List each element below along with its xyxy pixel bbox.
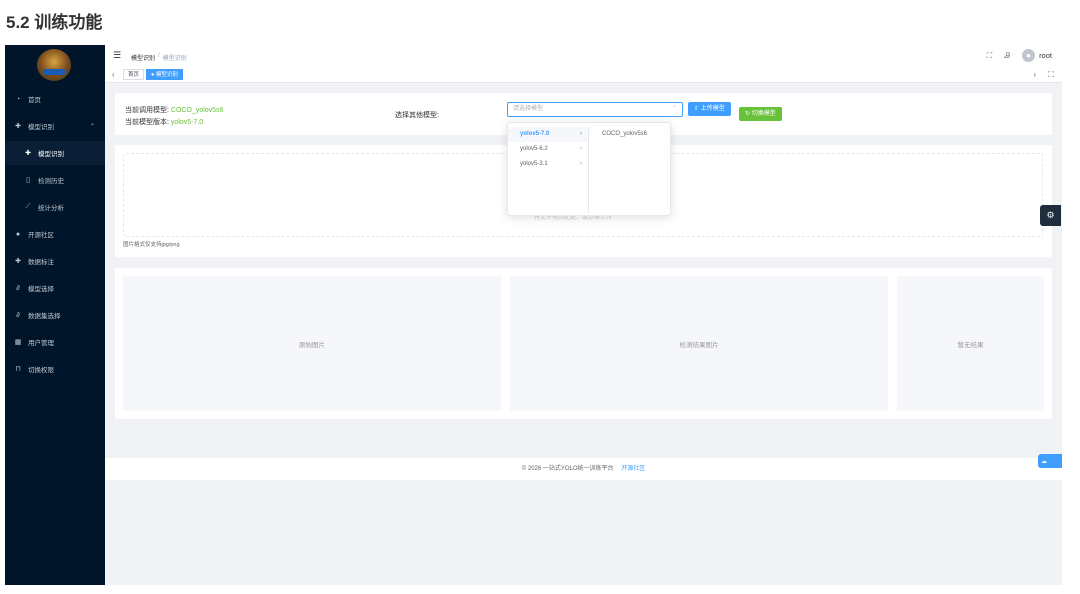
model-info: 当前调用模型: COCO_yolov5s6 当前模型版本: yolov5-7.0 [125,105,223,129]
version-option[interactable]: yolov5-6.2 › [508,142,588,157]
link-icon: ∂ [16,311,20,319]
current-model-label: 当前调用模型: [125,107,169,114]
version-option-label: yolov5-6.2 [520,146,548,152]
select-model-label: 选择其他模型: [395,112,439,119]
model-select[interactable]: 请选择模型 ⌃ [507,102,683,117]
plus-circle-icon: ✚ [15,123,21,130]
gear-icon: ⚙ [1046,210,1055,220]
assistant-icon: ☁ [1041,458,1047,465]
font-size-icon[interactable]: Ꭿ [1004,51,1010,61]
result-image-panel: 检测结果图片 [510,276,888,411]
navbar: ☰ 模型识别 / 模型识别 ⛶ Ꭿ ● root [105,45,1062,67]
model-column: COCO_yolov5s6 [590,127,670,142]
result-image-label: 检测结果图片 [679,341,719,349]
footer-text: © 2026 一站式YOLO统一训练平台 [521,466,614,472]
dashboard-icon: ◔ [15,95,21,103]
grid-icon: ▦ [14,339,22,346]
tag-model-recognition[interactable]: ● 模型识别 [146,69,183,80]
breadcrumb-item[interactable]: 模型识别 [131,53,155,62]
avatar[interactable]: ● [1022,49,1036,62]
sidebar-item-label: 用户管理 [28,340,54,347]
chevron-up-icon: ⌃ [671,106,677,112]
version-option[interactable]: yolov5-7.0 › [508,127,588,142]
sidebar-item-statistics[interactable]: ⟋ 统计分析 [5,195,105,219]
lock-icon: ⊓ [15,366,21,373]
fullscreen-icon[interactable]: ⛶ [987,51,993,61]
tags-view: ‹ 首页 ● 模型识别 › ⛶ [105,67,1062,83]
select-placeholder: 请选择模型 [513,106,544,112]
sidebar-item-model-recognition-group[interactable]: ✚ 模型识别 ⌃ [5,114,105,138]
version-column: yolov5-7.0 › yolov5-6.2 › yolov5-3.1 › [508,127,589,213]
version-option[interactable]: yolov5-3.1 › [508,157,588,172]
footer: © 2026 一站式YOLO统一训练平台 开源社区 [105,458,1062,480]
switch-model-button[interactable]: ↻ 切换模型 [739,107,782,121]
username[interactable]: root [1039,51,1052,60]
chevron-right-icon: › [580,161,582,167]
model-cascader-dropdown: yolov5-7.0 › yolov5-6.2 › yolov5-3.1 › C… [507,122,671,216]
fullscreen-icon[interactable]: ⛶ [1048,70,1054,80]
sidebar-item-label: 检测历史 [38,178,64,185]
upload-icon: ⇧ [694,106,700,112]
chevron-right-icon[interactable]: › [1033,70,1036,79]
sidebar-item-label: 首页 [28,97,41,104]
current-version-label: 当前模型版本: [125,119,169,126]
sidebar-item-model-selection[interactable]: ∂ 模型选择 [5,276,105,300]
upload-hint: 图片格式仅支持jpg/png [123,242,180,248]
sidebar-item-label: 开源社区 [28,232,54,239]
refresh-icon: ↻ [745,111,751,117]
sidebar-item-model-recognition[interactable]: ✚ 模型识别 [5,141,105,165]
chevron-left-icon[interactable]: ‹ [112,70,115,79]
breadcrumb-item-current: 模型识别 [162,56,187,62]
current-version-value: yolov5-7.0 [170,119,204,126]
link-icon: ∂ [16,284,20,292]
breadcrumb: 模型识别 / 模型识别 [131,53,187,62]
sidebar-item-open-community[interactable]: ● 开源社区 [5,222,105,246]
version-option-label: yolov5-7.0 [520,131,550,137]
chevron-right-icon: › [580,131,582,137]
version-option-label: yolov5-3.1 [520,161,548,167]
sidebar: ◔ 首页 ✚ 模型识别 ⌃ ✚ 模型识别 ▯ 检测历史 ⟋ 统计分析 ● 开源社… [5,45,105,585]
sidebar-item-label: 切换权限 [28,367,54,374]
results-card: 原始图片 检测结果图片 暂无结果 [115,268,1052,419]
sidebar-item-label: 数据集选择 [28,313,61,320]
sidebar-item-label: 统计分析 [38,205,64,212]
sidebar-item-label: 模型选择 [28,286,54,293]
sidebar-item-dataset-selection[interactable]: ∂ 数据集选择 [5,303,105,327]
document-heading: 5.2 训练功能 [6,13,103,32]
original-image-label: 原始图片 [299,341,325,349]
hamburger-icon[interactable]: ☰ [113,50,121,61]
no-result-label: 暂无结果 [957,341,984,349]
sidebar-item-detection-history[interactable]: ▯ 检测历史 [5,168,105,192]
document-icon: ▯ [26,177,30,184]
chevron-right-icon: › [580,146,582,152]
sidebar-item-home[interactable]: ◔ 首页 [5,87,105,111]
app-logo [37,49,71,81]
upload-button-label: 上传模型 [700,106,725,112]
assistant-button[interactable]: ☁ [1038,454,1062,468]
upload-model-button[interactable]: ⇧ 上传模型 [688,102,731,116]
sidebar-item-data-annotation[interactable]: ✚ 数据标注 [5,249,105,273]
settings-gear-button[interactable]: ⚙ [1040,205,1061,226]
plus-circle-icon: ✚ [25,150,31,157]
sidebar-item-label: 模型识别 [28,124,54,131]
sidebar-item-label: 模型识别 [38,151,64,158]
footer-link[interactable]: 开源社区 [621,466,645,472]
sidebar-item-user-management[interactable]: ▦ 用户管理 [5,330,105,354]
model-option[interactable]: COCO_yolov5s6 [590,127,670,142]
original-image-panel: 原始图片 [123,276,501,411]
switch-button-label: 切换模型 [751,111,776,117]
current-model-value: COCO_yolov5s6 [170,107,224,114]
chevron-up-icon: ⌃ [89,123,95,130]
chart-icon: ⟋ [25,203,31,210]
plus-circle-icon: ✚ [15,258,21,265]
sidebar-item-label: 数据标注 [28,259,54,266]
tag-home[interactable]: 首页 [123,69,145,80]
result-text-panel: 暂无结果 [897,276,1044,411]
sidebar-item-switch-permission[interactable]: ⊓ 切换权限 [5,357,105,381]
user-icon: ● [15,230,21,238]
